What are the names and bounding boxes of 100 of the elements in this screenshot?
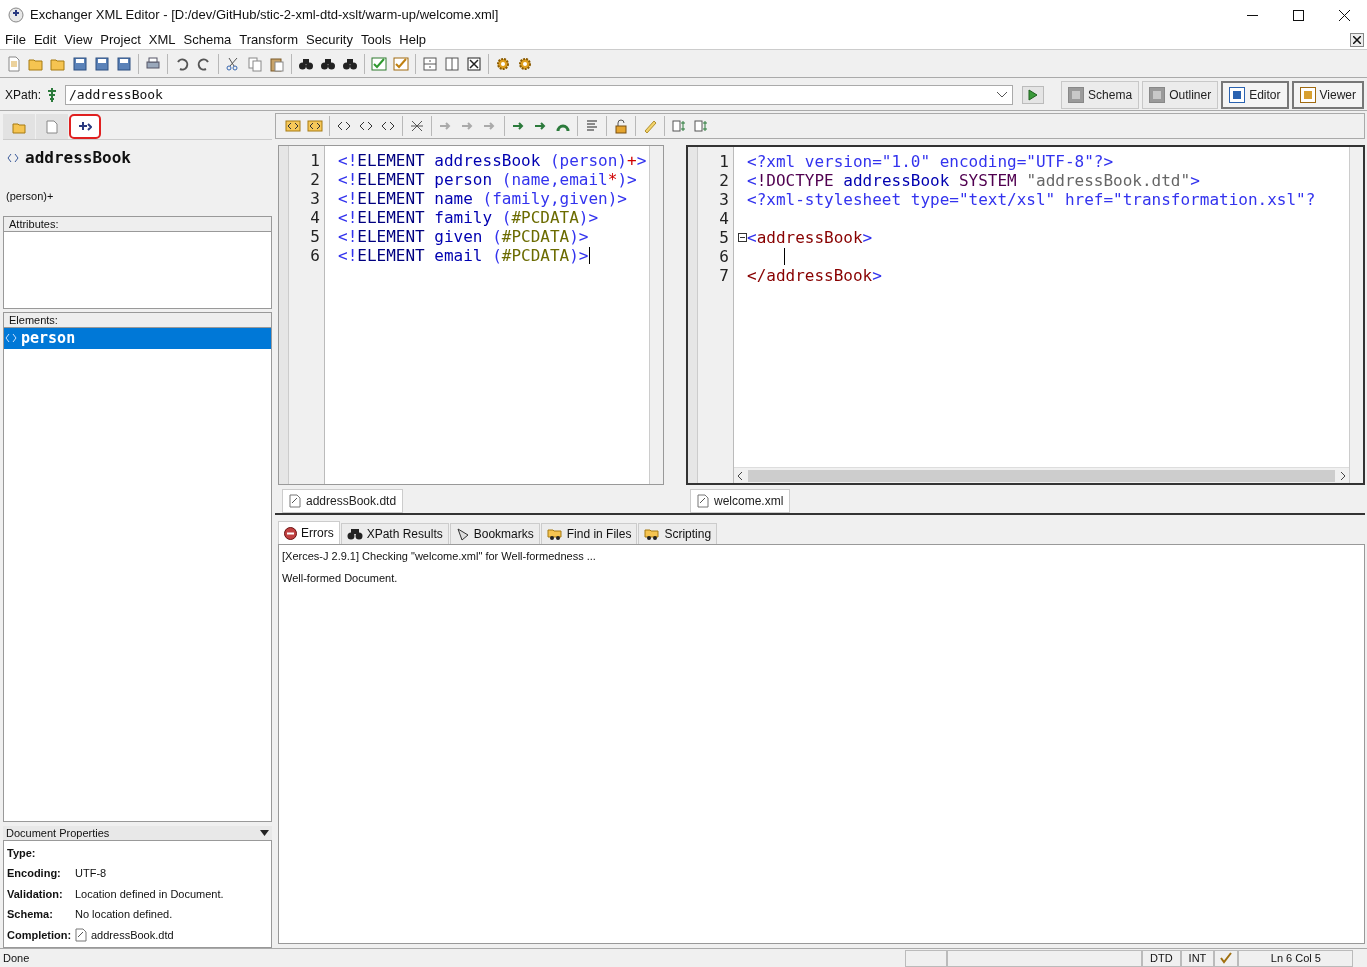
- paste-icon: [269, 55, 285, 72]
- line-number: 3: [310, 189, 320, 208]
- property-label: Validation:: [7, 886, 64, 902]
- save-icon: [94, 55, 110, 72]
- app-icon: [8, 7, 24, 23]
- menu-item[interactable]: Transform: [235, 29, 302, 50]
- chevron-down-icon: [996, 90, 1009, 99]
- property-label: Completion:: [7, 927, 73, 943]
- code-line: <?xml-stylesheet type="text/xsl" href="transformation.xsl"?: [747, 190, 1316, 209]
- view-icon: [1068, 86, 1085, 103]
- gear-icon: [517, 55, 533, 72]
- view-icon: [1229, 86, 1246, 103]
- line-number: 5: [310, 227, 320, 246]
- xpath-field[interactable]: /addressBook: [65, 84, 1014, 105]
- property-label: Encoding:: [7, 866, 62, 882]
- horizontal-scrollbar[interactable]: [734, 467, 1349, 483]
- lock-icon: [613, 118, 629, 134]
- save-icon: [116, 55, 132, 72]
- split-horizontal-icon: [444, 55, 460, 72]
- line-number: 5: [719, 228, 729, 247]
- close-document-button[interactable]: [1350, 32, 1364, 47]
- view-icon: [1299, 86, 1316, 103]
- menu-item[interactable]: View: [60, 29, 97, 50]
- close-icon: [1353, 35, 1361, 44]
- line-number: 6: [719, 247, 729, 266]
- view-button[interactable]: Editor: [1221, 80, 1289, 109]
- code-line: <addressBook>: [747, 228, 873, 247]
- file-tab[interactable]: addressBook.dtd: [282, 489, 404, 513]
- vertical-scrollbar[interactable]: [1349, 147, 1363, 483]
- code-line: <!DOCTYPE addressBook SYSTEM "addressBook.dtd">: [747, 171, 1200, 190]
- file-tab[interactable]: welcome.xml: [690, 489, 791, 513]
- section-header: Attributes:: [4, 216, 271, 232]
- menu-item[interactable]: Schema: [179, 29, 236, 50]
- tag-icon: [285, 118, 301, 134]
- status-cell: DTD: [1142, 949, 1181, 967]
- property-label: Schema:: [7, 907, 54, 923]
- view-button[interactable]: Viewer: [1291, 80, 1364, 109]
- copy-icon: [247, 55, 263, 72]
- check-icon: [393, 55, 409, 72]
- new-file-icon: [6, 55, 22, 72]
- fold-toggle-icon[interactable]: [738, 233, 747, 242]
- binoculars-icon: [346, 527, 363, 541]
- folder-icon: [644, 527, 661, 541]
- panel-tab[interactable]: [69, 114, 101, 139]
- menu-item[interactable]: Security: [301, 29, 357, 50]
- code-line: </addressBook>: [747, 266, 882, 285]
- code-line: <!ELEMENT name (family,given)>: [338, 189, 627, 208]
- element-icon: [5, 333, 17, 343]
- line-number: 3: [719, 190, 729, 209]
- status-cell: INT: [1180, 949, 1215, 967]
- section-header: Elements:: [4, 312, 271, 328]
- menu-item[interactable]: XML: [144, 29, 180, 50]
- error-icon: [284, 526, 297, 540]
- menu-item[interactable]: Edit: [29, 29, 61, 50]
- line-number: 4: [719, 209, 729, 228]
- cut-icon: [225, 55, 241, 72]
- check-icon: [371, 55, 387, 72]
- output-tab[interactable]: XPath Results: [340, 523, 449, 544]
- output-tab[interactable]: Scripting: [638, 523, 718, 544]
- output-tab[interactable]: Errors: [278, 521, 340, 544]
- tree-icon: [671, 118, 687, 134]
- element-list-item[interactable]: person: [4, 327, 271, 349]
- menu-item[interactable]: Help: [395, 29, 431, 50]
- align-icon: [584, 118, 600, 134]
- file-icon: [697, 494, 709, 508]
- property-value: No location defined.: [75, 907, 173, 923]
- property-value: UTF-8: [75, 866, 107, 882]
- document-icon: [45, 119, 59, 134]
- collapse-icon: [260, 830, 269, 836]
- check-icon: [1220, 952, 1233, 964]
- line-number: 4: [310, 208, 320, 227]
- cross-icon: [409, 118, 425, 134]
- window-title: Exchanger XML Editor - [D:/dev/GitHub/stic-2-xml-dtd-xslt/warm-up/welcome.xml]: [30, 6, 499, 25]
- output-tab[interactable]: Bookmarks: [449, 523, 540, 544]
- file-icon: [289, 494, 301, 508]
- element-icon: [7, 153, 19, 163]
- content-model: (person)+: [5, 189, 55, 204]
- status-cell: Ln 6 Col 5: [1238, 949, 1354, 967]
- close-icon: [1338, 9, 1350, 21]
- maximize-icon: [1292, 9, 1304, 21]
- run-button[interactable]: [1022, 85, 1045, 104]
- editor-pane[interactable]: 1 2 3 4 5 6 <!ELEMENT addressBook (person)+> <!ELEMENT person (name,email*)> <!ELEMENT name (family,given)> <!ELEMENT family (#PCDATA)> <!ELEMENT given (#PCDATA)> <!ELEMENT email (#PCDATA)>: [278, 145, 664, 485]
- code-line: <!ELEMENT email (#PCDATA)>: [338, 246, 589, 265]
- print-icon: [145, 55, 161, 72]
- menu-item[interactable]: Project: [96, 29, 145, 50]
- play-icon: [1028, 88, 1039, 101]
- editor-pane[interactable]: 1 2 3 4 5 6 7 <?xml version="1.0" encoding="UTF-8"?> <!DOCTYPE addressBook SYSTEM "addressBook.dtd"> <?xml-stylesheet type="text/xsl" href="transformation.xsl"? <addressBook> </addressBook>: [686, 145, 1365, 485]
- line-number: 2: [719, 171, 729, 190]
- output-tab[interactable]: Find in Files: [540, 523, 638, 544]
- pin-icon: [46, 86, 59, 103]
- save-icon: [72, 55, 88, 72]
- vertical-scrollbar[interactable]: [649, 146, 663, 484]
- line-number: 1: [310, 151, 320, 170]
- menu-item[interactable]: File: [1, 29, 30, 50]
- menu-item[interactable]: Tools: [356, 29, 396, 50]
- close-box-icon: [466, 55, 482, 72]
- folder-icon: [546, 527, 563, 541]
- tag-icon: [307, 118, 323, 134]
- status-message: Done: [2, 950, 31, 966]
- line-number: 1: [719, 152, 729, 171]
